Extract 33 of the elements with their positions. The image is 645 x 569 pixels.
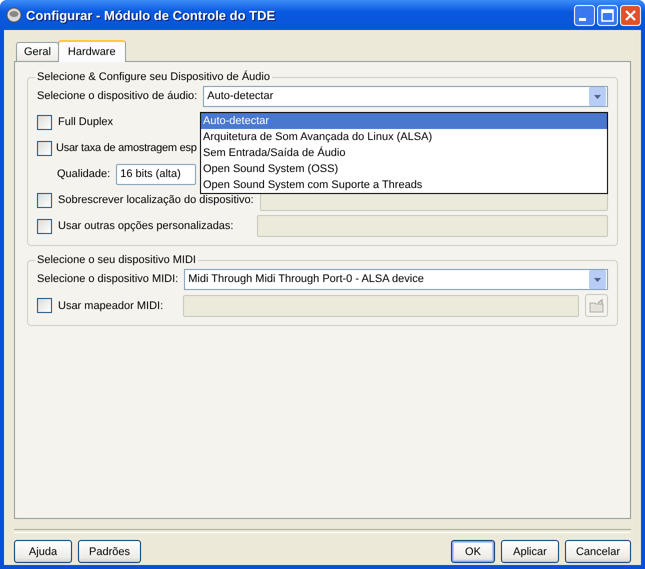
checkbox[interactable]: Usar outras opções personalizadas: [37,218,251,234]
group-title: Selecione & Configure seu Dispositivo de Áudio [36,71,271,83]
dropdown-option[interactable]: Sem Entrada/Saída de Áudio [201,145,607,161]
field-label: Selecione o dispositivo de áudio: [37,90,198,102]
checkbox[interactable]: Usar taxa de amostragem esp [37,140,197,156]
dropdown-option[interactable]: Open Sound System (OSS) [201,161,607,177]
input-field[interactable] [183,294,579,316]
folder-icon [588,298,604,312]
dialog-button[interactable]: Cancelar [564,540,631,563]
field-label: Selecione o dispositivo MIDI: [37,273,178,285]
midi-device-dropdown[interactable]: Midi Through Midi Through Port-0 - ALSA device [184,268,608,290]
input-field[interactable] [257,215,608,237]
maximize-icon[interactable] [597,4,618,26]
group-title: Selecione o seu dispositivo MIDI [36,254,197,266]
dialog-button[interactable]: OK [450,540,495,563]
app-icon [6,7,22,23]
tab[interactable]: Hardware [58,40,126,62]
tab[interactable]: Geral [16,42,59,61]
dropdown-option[interactable]: Open Sound System com Suporte a Threads [201,177,607,193]
minimize-icon[interactable] [574,4,595,26]
dropdown-option[interactable]: Auto-detectar [201,113,607,129]
close-icon[interactable] [620,4,641,26]
checkbox[interactable]: Usar mapeador MIDI: [37,298,177,313]
dropdown-option[interactable]: Arquitetura de Som Avançada do Linux (ALSA) [201,129,607,145]
checkbox[interactable]: Sobrescrever localização do dispositivo: [37,192,254,208]
audio-device-dropdown[interactable]: Auto-detectar [203,86,608,106]
window-title: Configurar - Módulo de Controle do TDE [26,8,276,22]
field-label: Qualidade: [57,168,110,180]
checkbox[interactable]: Full Duplex [37,114,114,130]
dialog-button[interactable]: Ajuda [14,540,72,563]
dialog-button[interactable]: Padrões [78,540,141,563]
dialog-button[interactable]: Aplicar [500,540,559,563]
quality-dropdown[interactable]: 16 bits (alta) [116,164,196,184]
